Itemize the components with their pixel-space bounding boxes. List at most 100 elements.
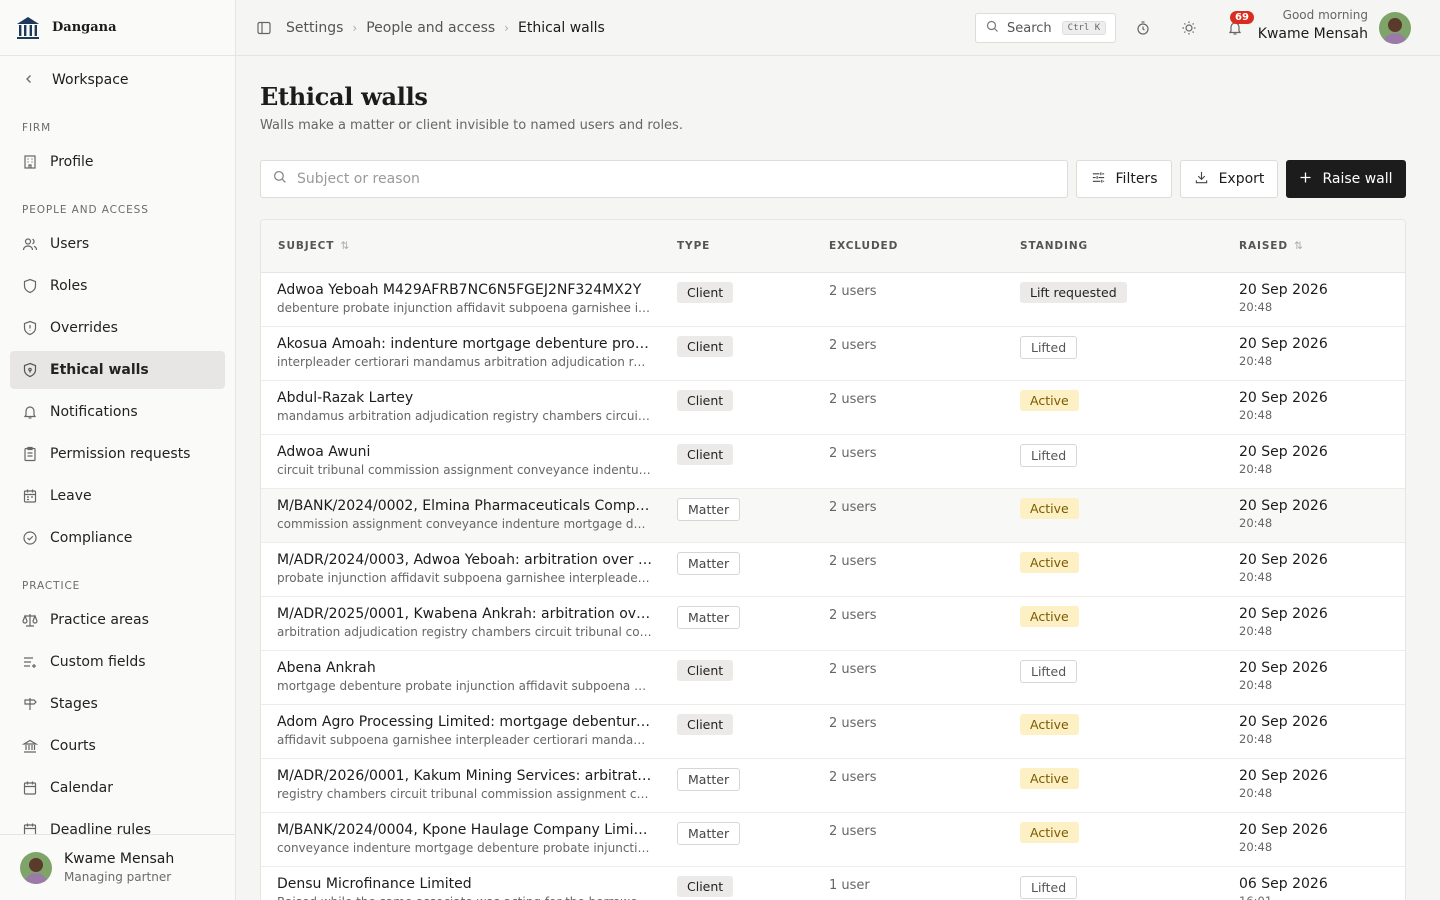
user-greeting[interactable]: Good morning Kwame Mensah: [1258, 8, 1368, 42]
export-button[interactable]: Export: [1180, 160, 1278, 198]
subject-reason: affidavit subpoena garnishee interpleade…: [277, 733, 652, 747]
cell-subject: Akosua Amoah: indenture mortgage debentu…: [277, 336, 652, 369]
global-search-button[interactable]: Search Ctrl K: [975, 13, 1116, 43]
subject-reason: mortgage debenture probate injunction af…: [277, 679, 652, 693]
raised-time: 20:48: [1239, 840, 1273, 854]
table-row[interactable]: Adwoa Yeboah M429AFRB7NC6N5FGEJ2NF324MX2…: [261, 273, 1405, 327]
subject-title[interactable]: M/ADR/2025/0001, Kwabena Ankrah: arbitra…: [277, 606, 652, 622]
sidebar-item-compliance[interactable]: Compliance: [10, 519, 225, 557]
sort-icon: ⇅: [340, 240, 351, 252]
sidebar-item-courts[interactable]: Courts: [10, 727, 225, 765]
check-circle-icon: [22, 530, 38, 546]
raised-time: 20:48: [1239, 732, 1273, 746]
avatar[interactable]: [1379, 12, 1411, 44]
status-badge: Active: [1020, 498, 1079, 519]
raised-time: 20:48: [1239, 462, 1273, 476]
column-header-label: EXCLUDED: [829, 240, 899, 252]
sidebar-item-custom-fields[interactable]: Custom fields: [10, 643, 225, 681]
sidebar-item-permission-requests[interactable]: Permission requests: [10, 435, 225, 473]
status-badge: Lifted: [1020, 876, 1078, 899]
sidebar-item-calendar[interactable]: Calendar: [10, 769, 225, 807]
sidebar-item-overrides[interactable]: Overrides: [10, 309, 225, 347]
table-row[interactable]: Adwoa Awuni circuit tribunal commission a…: [261, 435, 1405, 489]
raise-wall-button[interactable]: Raise wall: [1286, 160, 1406, 198]
column-header-raised[interactable]: RAISED ⇅: [1239, 240, 1304, 252]
raised-time: 20:48: [1239, 624, 1273, 638]
subject-title[interactable]: M/BANK/2024/0002, Elmina Pharmaceuticals…: [277, 498, 652, 514]
cell-type: Matter: [677, 606, 741, 629]
sidebar-user-card[interactable]: Kwame Mensah Managing partner: [0, 834, 235, 900]
brand[interactable]: Dangana: [0, 0, 235, 56]
sidebar-item-ethical-walls[interactable]: Ethical walls: [10, 351, 225, 389]
table-row[interactable]: M/BANK/2024/0004, Kpone Haulage Company …: [261, 813, 1405, 867]
breadcrumb-settings[interactable]: Settings: [286, 20, 343, 36]
cell-raised: 20 Sep 2026 20:48: [1239, 498, 1328, 530]
sidebar-item-practice-areas[interactable]: Practice areas: [10, 601, 225, 639]
cell-raised: 20 Sep 2026 20:48: [1239, 714, 1328, 746]
sidebar-item-stages[interactable]: Stages: [10, 685, 225, 723]
cell-standing: Lifted: [1020, 660, 1078, 683]
cell-excluded: 2 users: [829, 284, 877, 299]
cell-excluded: 2 users: [829, 500, 877, 515]
signpost-icon: [22, 696, 38, 712]
raised-date: 20 Sep 2026: [1239, 660, 1328, 676]
section-label-people: PEOPLE AND ACCESS: [22, 204, 149, 216]
subject-title[interactable]: Abdul-Razak Lartey: [277, 390, 652, 406]
table-row[interactable]: Densu Microfinance Limited Raised while t…: [261, 867, 1405, 900]
sidebar-item-notifications[interactable]: Notifications: [10, 393, 225, 431]
sidebar-item-users[interactable]: Users: [10, 225, 225, 263]
table-row[interactable]: M/ADR/2026/0001, Kakum Mining Services: …: [261, 759, 1405, 813]
column-header-subject[interactable]: SUBJECT ⇅: [278, 240, 350, 252]
subject-title[interactable]: Adwoa Awuni: [277, 444, 652, 460]
table-row[interactable]: Abena Ankrah mortgage debenture probate i…: [261, 651, 1405, 705]
status-badge: Active: [1020, 822, 1079, 843]
subject-search-field[interactable]: [260, 160, 1068, 198]
cell-type: Client: [677, 660, 734, 681]
subject-title[interactable]: M/BANK/2024/0004, Kpone Haulage Company …: [277, 822, 652, 838]
breadcrumb-people-and-access[interactable]: People and access: [366, 20, 495, 36]
subject-reason: arbitration adjudication registry chambe…: [277, 625, 652, 639]
sidebar-item-label: Compliance: [50, 530, 133, 546]
table-row[interactable]: M/ADR/2024/0003, Adwoa Yeboah: arbitrati…: [261, 543, 1405, 597]
raised-date: 20 Sep 2026: [1239, 714, 1328, 730]
subject-title[interactable]: Densu Microfinance Limited: [277, 876, 652, 892]
status-badge: Lift requested: [1020, 282, 1127, 303]
subject-reason: registry chambers circuit tribunal commi…: [277, 787, 652, 801]
theme-sun-icon[interactable]: [1181, 20, 1197, 36]
cell-excluded: 2 users: [829, 608, 877, 623]
raised-date: 20 Sep 2026: [1239, 282, 1328, 298]
sidebar: Dangana Workspace FIRM Profile PEOPLE AN…: [0, 0, 236, 900]
table-row[interactable]: M/ADR/2025/0001, Kwabena Ankrah: arbitra…: [261, 597, 1405, 651]
subject-title[interactable]: Adom Agro Processing Limited: mortgage d…: [277, 714, 652, 730]
section-label-firm: FIRM: [22, 122, 52, 134]
cell-excluded: 2 users: [829, 392, 877, 407]
cell-raised: 20 Sep 2026 20:48: [1239, 336, 1328, 368]
subject-reason: interpleader certiorari mandamus arbitra…: [277, 355, 652, 369]
table-row[interactable]: Akosua Amoah: indenture mortgage debentu…: [261, 327, 1405, 381]
type-badge: Matter: [677, 552, 741, 575]
table-row[interactable]: M/BANK/2024/0002, Elmina Pharmaceuticals…: [261, 489, 1405, 543]
subject-search-input[interactable]: [297, 171, 1057, 187]
column-header-label: STANDING: [1020, 240, 1089, 252]
timer-icon[interactable]: [1135, 20, 1151, 36]
list-plus-icon: [22, 654, 38, 670]
subject-title[interactable]: M/ADR/2024/0003, Adwoa Yeboah: arbitrati…: [277, 552, 652, 568]
sidebar-item-roles[interactable]: Roles: [10, 267, 225, 305]
table-row[interactable]: Adom Agro Processing Limited: mortgage d…: [261, 705, 1405, 759]
column-header-label: TYPE: [677, 240, 711, 252]
subject-title[interactable]: M/ADR/2026/0001, Kakum Mining Services: …: [277, 768, 652, 784]
sidebar-item-profile[interactable]: Profile: [10, 143, 225, 181]
filters-button[interactable]: Filters: [1076, 160, 1172, 198]
subject-title[interactable]: Akosua Amoah: indenture mortgage debentu…: [277, 336, 652, 352]
sidebar-item-label: Roles: [50, 278, 88, 294]
subject-title[interactable]: Abena Ankrah: [277, 660, 652, 676]
cell-standing: Lifted: [1020, 444, 1078, 467]
page-subtitle: Walls make a matter or client invisible …: [260, 118, 683, 133]
sidebar-item-leave[interactable]: Leave: [10, 477, 225, 515]
cell-subject: M/ADR/2025/0001, Kwabena Ankrah: arbitra…: [277, 606, 652, 639]
sidebar-item-label: Profile: [50, 154, 94, 170]
subject-title[interactable]: Adwoa Yeboah M429AFRB7NC6N5FGEJ2NF324MX2…: [277, 282, 652, 298]
sidebar-toggle-icon[interactable]: [256, 20, 272, 36]
table-row[interactable]: Abdul-Razak Lartey mandamus arbitration a…: [261, 381, 1405, 435]
workspace-back-link[interactable]: Workspace: [10, 61, 225, 99]
